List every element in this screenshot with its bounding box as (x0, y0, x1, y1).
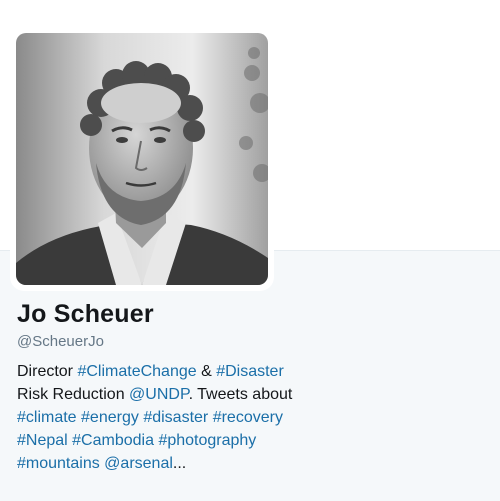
hashtag-link[interactable]: #photography (158, 432, 256, 449)
bio-text: Risk Reduction (17, 386, 130, 403)
hashtag-link[interactable]: #energy (81, 409, 139, 426)
hashtag-link[interactable]: #Nepal (17, 432, 68, 449)
hashtag-link[interactable]: #Disaster (216, 363, 284, 380)
bio-line: #Nepal #Cambodia #photography (17, 429, 317, 452)
mention-link[interactable]: @UNDP (129, 386, 189, 403)
profile-bio: Director #ClimateChange & #Disaster Risk… (17, 360, 317, 475)
bio-line: #mountains @arsenal... (17, 452, 317, 475)
hashtag-link[interactable]: #ClimateChange (77, 363, 196, 380)
avatar-frame (10, 27, 274, 291)
hashtag-link[interactable]: #recovery (213, 409, 283, 426)
bio-text: ... (172, 455, 187, 472)
bio-text: & (196, 363, 217, 380)
hashtag-link[interactable]: #climate (17, 409, 77, 426)
bio-line: Director #ClimateChange & #Disaster (17, 360, 317, 383)
bio-line: Risk Reduction @UNDP. Tweets about (17, 383, 317, 406)
profile-handle[interactable]: @ScheuerJo (17, 333, 104, 350)
bio-line: #climate #energy #disaster #recovery (17, 406, 317, 429)
hashtag-link[interactable]: #Cambodia (72, 432, 154, 449)
avatar[interactable] (16, 33, 268, 285)
bio-text: . Tweets about (188, 386, 293, 403)
hashtag-link[interactable]: #mountains (17, 455, 100, 472)
profile-name[interactable]: Jo Scheuer (17, 300, 154, 329)
bio-text: Director (17, 363, 78, 380)
mention-link[interactable]: @arsenal (104, 455, 173, 472)
hashtag-link[interactable]: #disaster (143, 409, 208, 426)
